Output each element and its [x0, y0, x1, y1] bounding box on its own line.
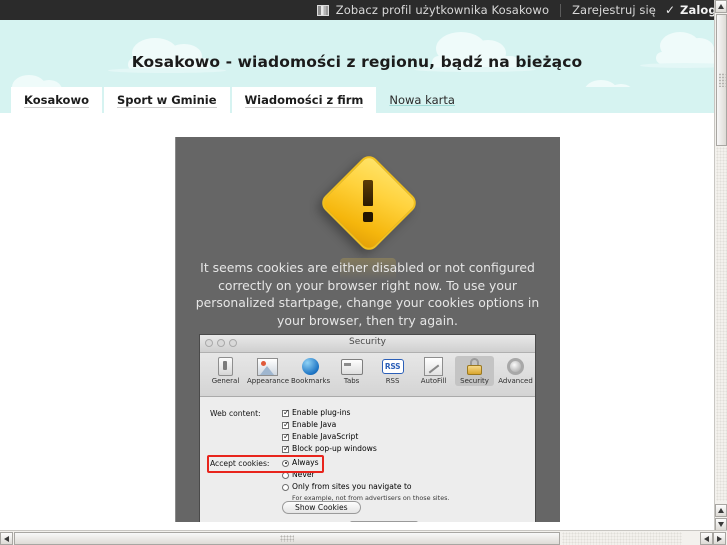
- stepper-icon: ▴▾: [405, 521, 415, 522]
- general-icon: [206, 356, 245, 377]
- checkbox-label: Block pop-up windows: [292, 444, 377, 453]
- cookie-warning-panel: It seems cookies are either disabled or …: [175, 137, 560, 522]
- prefs-tab-label: Bookmarks: [290, 377, 331, 385]
- category-tab-bar: Kosakowo Sport w Gminie Wiadomości z fir…: [0, 87, 714, 113]
- checkbox-block-popups[interactable]: Block pop-up windows: [282, 444, 377, 454]
- tab-nowa-karta[interactable]: Nowa karta: [378, 87, 466, 113]
- caret-up-icon: [718, 508, 724, 513]
- database-storage-row: Default space for database storage: 5 MB…: [208, 521, 418, 522]
- prefs-tab-label: Advanced: [498, 377, 533, 385]
- caret-right-icon: [717, 535, 722, 542]
- horizontal-scroll-thumb[interactable]: [14, 532, 560, 545]
- checkbox-label: Enable Java: [292, 420, 337, 429]
- radio-label: Only from sites you navigate to: [292, 482, 412, 491]
- autofill-icon: [414, 356, 453, 377]
- page-content: It seems cookies are either disabled or …: [0, 113, 714, 522]
- warning-triangle-icon: [317, 152, 420, 280]
- tab-label: Kosakowo: [24, 92, 89, 108]
- safari-preferences-screenshot: Security General Appearance Bookmarks Ta…: [199, 334, 536, 522]
- tab-wiadomosci-z-firm[interactable]: Wiadomości z firm: [231, 87, 377, 113]
- prefs-tab-label: Tabs: [343, 377, 360, 385]
- vertical-scroll-track[interactable]: [716, 147, 727, 501]
- caret-up-icon: [718, 4, 724, 9]
- cookie-warning-message: It seems cookies are either disabled or …: [195, 260, 540, 328]
- view-profile-link[interactable]: Zobacz profil użytkownika Kosakowo: [336, 3, 549, 17]
- radio-icon: [282, 483, 289, 491]
- prefs-tab-autofill[interactable]: AutoFill: [414, 356, 453, 386]
- checkbox-label: Enable plug-ins: [292, 408, 351, 417]
- vertical-scroll-thumb[interactable]: [716, 14, 727, 146]
- rss-icon: RSS: [373, 356, 412, 377]
- database-storage-select[interactable]: 5 MB ▴▾: [349, 521, 418, 522]
- horizontal-scroll-track[interactable]: [562, 532, 682, 545]
- tabs-icon: [332, 356, 371, 377]
- user-toolbar: Zobacz profil użytkownika Kosakowo Zarej…: [0, 0, 727, 20]
- web-content-options: Enable plug-ins Enable Java Enable JavaS…: [282, 408, 377, 456]
- prefs-tab-general[interactable]: General: [206, 356, 245, 386]
- gear-icon: [496, 356, 535, 377]
- checkbox-icon: [282, 444, 290, 454]
- prefs-tab-security[interactable]: Security: [455, 356, 495, 386]
- checkbox-icon: [282, 432, 290, 442]
- prefs-toolbar: General Appearance Bookmarks Tabs RSS RS…: [200, 353, 535, 397]
- tab-label: Wiadomości z firm: [244, 92, 364, 108]
- tab-label: Sport w Gminie: [116, 92, 217, 108]
- caret-left-icon: [704, 535, 709, 542]
- checkbox-enable-javascript[interactable]: Enable JavaScript: [282, 432, 377, 442]
- checkbox-enable-plugins[interactable]: Enable plug-ins: [282, 408, 377, 418]
- lock-icon: [455, 356, 494, 377]
- scroll-right-button[interactable]: [713, 532, 726, 545]
- toolbar-divider: [560, 3, 562, 17]
- prefs-tab-label: RSS: [385, 377, 400, 385]
- window-icon: [316, 4, 329, 16]
- tab-kosakowo[interactable]: Kosakowo: [11, 87, 102, 113]
- check-icon: ✓: [664, 3, 676, 17]
- browser-page: Zobacz profil użytkownika Kosakowo Zarej…: [0, 0, 727, 545]
- prefs-tab-rss[interactable]: RSS RSS: [373, 356, 412, 386]
- prefs-tab-label: Security: [460, 377, 489, 385]
- horizontal-scrollbar[interactable]: [0, 530, 727, 545]
- scroll-up-button-bottom[interactable]: [715, 504, 727, 517]
- checkbox-enable-java[interactable]: Enable Java: [282, 420, 377, 430]
- checkbox-label: Enable JavaScript: [292, 432, 359, 441]
- radio-only-navigated-sites[interactable]: Only from sites you navigate to: [282, 482, 449, 492]
- prefs-tab-tabs[interactable]: Tabs: [332, 356, 371, 386]
- prefs-content: Web content: Enable plug-ins Enable Java: [200, 397, 535, 522]
- tab-sport-w-gminie[interactable]: Sport w Gminie: [103, 87, 230, 113]
- checkbox-icon: [282, 420, 290, 430]
- prefs-window-title: Security: [349, 337, 386, 347]
- highlight-box: [207, 455, 324, 473]
- prefs-tab-advanced[interactable]: Advanced: [496, 356, 535, 386]
- prefs-tab-appearance[interactable]: Appearance: [247, 356, 289, 386]
- prefs-tab-label: AutoFill: [420, 377, 447, 385]
- vertical-scrollbar[interactable]: [714, 0, 727, 531]
- caret-left-icon: [4, 535, 9, 542]
- globe-icon: [291, 356, 330, 377]
- caret-down-icon: [718, 522, 724, 527]
- show-cookies-button[interactable]: Show Cookies: [282, 501, 361, 514]
- prefs-titlebar: Security: [200, 335, 535, 353]
- scroll-left-button[interactable]: [0, 532, 13, 545]
- web-content-label: Web content:: [210, 409, 261, 418]
- prefs-tab-bookmarks[interactable]: Bookmarks: [291, 356, 330, 386]
- appearance-icon: [247, 356, 289, 377]
- prefs-tab-label: Appearance: [246, 377, 290, 385]
- scroll-up-button[interactable]: [715, 0, 727, 13]
- scroll-left-button-right[interactable]: [700, 532, 713, 545]
- checkbox-icon: [282, 408, 290, 418]
- page-title: Kosakowo - wiadomości z regionu, bądź na…: [131, 53, 583, 71]
- register-link[interactable]: Zarejestruj się: [572, 3, 656, 17]
- site-header: Kosakowo - wiadomości z regionu, bądź na…: [0, 20, 714, 87]
- prefs-tab-label: General: [211, 377, 240, 385]
